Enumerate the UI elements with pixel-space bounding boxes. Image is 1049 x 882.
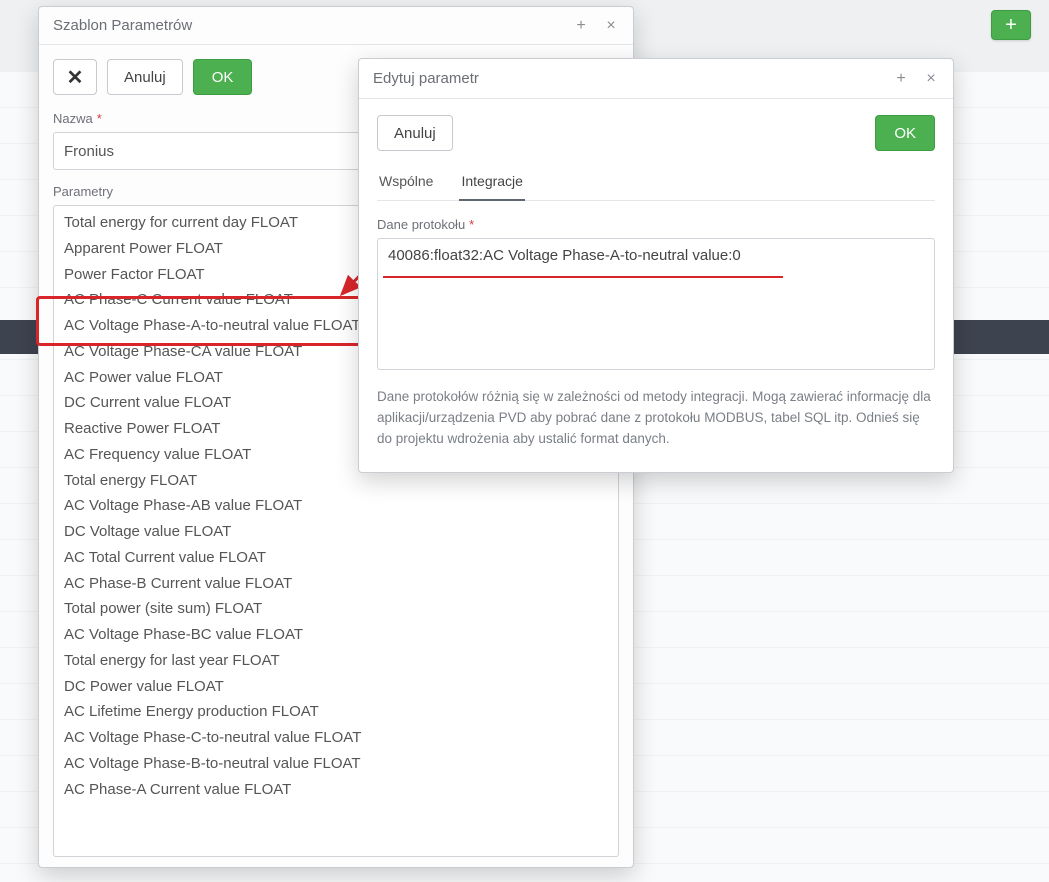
protocol-hint: Dane protokołów różnią się w zależności …: [377, 387, 935, 450]
list-item[interactable]: Total power (site sum) FLOAT: [54, 596, 618, 622]
tab-bar: Wspólne Integracje: [377, 167, 935, 201]
dialog2-title: Edytuj parametr: [373, 70, 479, 87]
dialog1-title: Szablon Parametrów: [53, 17, 192, 34]
list-item[interactable]: AC Total Current value FLOAT: [54, 545, 618, 571]
dialog1-header: Szablon Parametrów + ×: [39, 7, 633, 45]
edit-parameter-dialog: Edytuj parametr + × Anuluj OK Wspólne In…: [358, 58, 954, 473]
list-item[interactable]: AC Voltage Phase-B-to-neutral value FLOA…: [54, 751, 618, 777]
list-item[interactable]: AC Phase-B Current value FLOAT: [54, 571, 618, 597]
protocol-data-input[interactable]: [377, 238, 935, 370]
dialog2-header: Edytuj parametr + ×: [359, 59, 953, 99]
annotation-underline: [383, 276, 783, 278]
list-item[interactable]: DC Power value FLOAT: [54, 674, 618, 700]
dialog2-close-icon[interactable]: ×: [923, 71, 939, 87]
dialog2-cancel-button[interactable]: Anuluj: [377, 115, 453, 151]
list-item[interactable]: AC Phase-A Current value FLOAT: [54, 777, 618, 803]
add-button[interactable]: +: [991, 10, 1031, 40]
dialog1-plus-icon[interactable]: +: [573, 18, 589, 34]
tab-integration[interactable]: Integracje: [459, 167, 524, 201]
plus-icon: +: [1005, 15, 1017, 35]
list-item[interactable]: AC Voltage Phase-C-to-neutral value FLOA…: [54, 725, 618, 751]
dialog1-x-button[interactable]: ✕: [53, 59, 97, 95]
dialog1-ok-button[interactable]: OK: [193, 59, 253, 95]
protocol-data-label: Dane protokołu*: [377, 217, 935, 232]
dialog1-close-icon[interactable]: ×: [603, 18, 619, 34]
tab-common[interactable]: Wspólne: [377, 167, 435, 201]
list-item[interactable]: Total energy for last year FLOAT: [54, 648, 618, 674]
list-item[interactable]: AC Voltage Phase-BC value FLOAT: [54, 622, 618, 648]
list-item[interactable]: AC Lifetime Energy production FLOAT: [54, 699, 618, 725]
list-item[interactable]: AC Voltage Phase-AB value FLOAT: [54, 493, 618, 519]
dialog1-cancel-button[interactable]: Anuluj: [107, 59, 183, 95]
list-item[interactable]: DC Voltage value FLOAT: [54, 519, 618, 545]
dialog2-ok-button[interactable]: OK: [875, 115, 935, 151]
dialog2-plus-icon[interactable]: +: [893, 71, 909, 87]
